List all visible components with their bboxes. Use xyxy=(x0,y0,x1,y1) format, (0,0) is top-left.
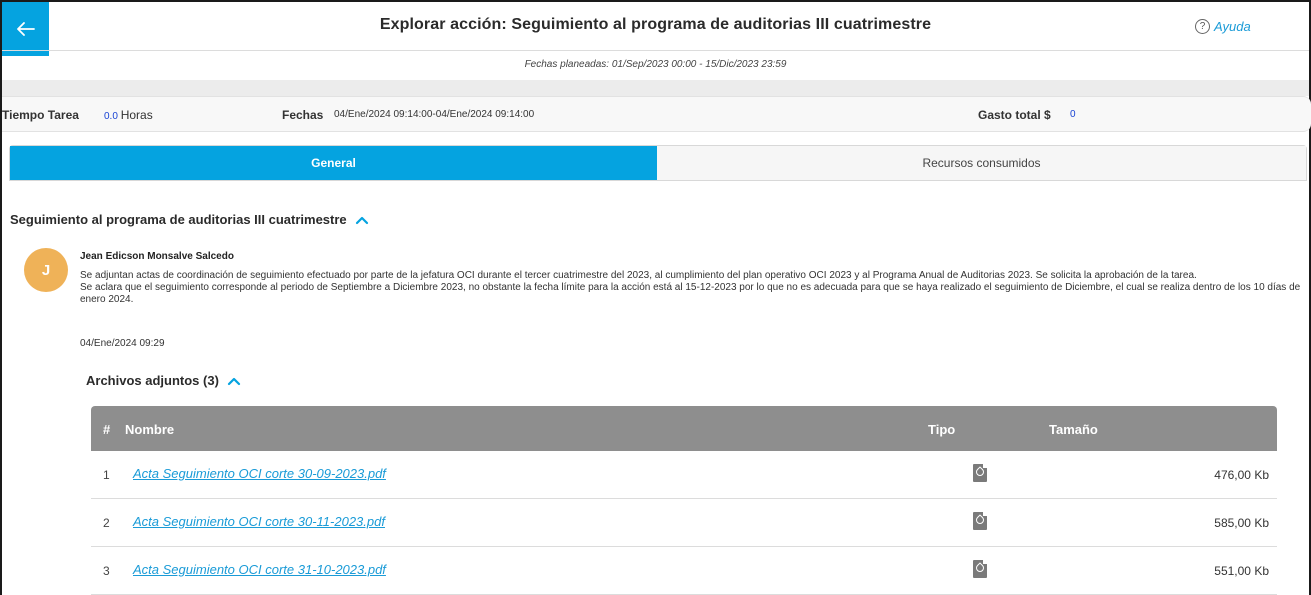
chevron-up-icon[interactable] xyxy=(227,376,241,386)
tab-bar: General Recursos consumidos xyxy=(9,145,1307,181)
planned-dates: Fechas planeadas: 01/Sep/2023 00:00 - 15… xyxy=(524,59,787,70)
file-link[interactable]: Acta Seguimiento OCI corte 30-11-2023.pd… xyxy=(133,514,385,529)
gasto-label: Gasto total $ xyxy=(978,108,1051,122)
comment-date: 04/Ene/2024 09:29 xyxy=(80,338,165,349)
comment-line-2: Se aclara que el seguimiento corresponde… xyxy=(80,282,1301,305)
table-row: 3 Acta Seguimiento OCI corte 31-10-2023.… xyxy=(91,547,1277,595)
tab-recursos-consumidos[interactable]: Recursos consumidos xyxy=(657,146,1306,180)
task-info-bar: Tiempo Tarea 0.0 Horas Fechas 04/Ene/202… xyxy=(2,96,1311,132)
gasto-value: 0 xyxy=(1070,109,1076,120)
file-link[interactable]: Acta Seguimiento OCI corte 31-10-2023.pd… xyxy=(133,562,386,577)
file-size: 551,00 Kb xyxy=(1214,564,1269,578)
help-link[interactable]: ? Ayuda xyxy=(1195,19,1251,34)
fechas-value: 04/Ene/2024 09:14:00-04/Ene/2024 09:14:0… xyxy=(334,109,535,120)
fechas-label: Fechas xyxy=(282,108,324,122)
pdf-file-icon xyxy=(973,512,987,530)
avatar: J xyxy=(24,248,68,292)
tiempo-label: Tiempo Tarea xyxy=(2,108,79,122)
col-nombre: Nombre xyxy=(125,422,175,437)
row-index: 2 xyxy=(103,516,110,530)
gray-band xyxy=(2,80,1309,96)
attachments-header[interactable]: Archivos adjuntos (3) xyxy=(86,373,241,388)
col-tipo: Tipo xyxy=(928,422,956,437)
row-index: 1 xyxy=(103,468,110,482)
table-row: 2 Acta Seguimiento OCI corte 30-11-2023.… xyxy=(91,499,1277,547)
header-divider xyxy=(2,50,1309,51)
help-label: Ayuda xyxy=(1214,19,1251,34)
attachments-title: Archivos adjuntos (3) xyxy=(86,373,219,388)
comment-line-1: Se adjuntan actas de coordinación de seg… xyxy=(80,270,1197,281)
pdf-file-icon xyxy=(973,464,987,482)
tiempo-number: 0.0 xyxy=(104,111,118,122)
section-title: Seguimiento al programa de auditorias II… xyxy=(10,212,347,227)
file-size: 476,00 Kb xyxy=(1214,468,1269,482)
tiempo-unit: Horas xyxy=(120,108,153,122)
attachments-table: # Nombre Tipo Tamaño 1 Acta Seguimiento … xyxy=(91,406,1277,595)
table-header: # Nombre Tipo Tamaño xyxy=(91,406,1277,451)
file-link[interactable]: Acta Seguimiento OCI corte 30-09-2023.pd… xyxy=(133,466,386,481)
chevron-up-icon[interactable] xyxy=(355,215,369,225)
file-size: 585,00 Kb xyxy=(1214,516,1269,530)
tab-general[interactable]: General xyxy=(10,146,657,180)
row-index: 3 xyxy=(103,564,110,578)
page-title: Explorar acción: Seguimiento al programa… xyxy=(379,16,932,33)
section-header[interactable]: Seguimiento al programa de auditorias II… xyxy=(10,212,369,227)
question-circle-icon: ? xyxy=(1195,19,1210,34)
tiempo-value: 0.0 Horas xyxy=(104,108,153,122)
col-tamano: Tamaño xyxy=(1049,422,1098,437)
table-row: 1 Acta Seguimiento OCI corte 30-09-2023.… xyxy=(91,451,1277,499)
pdf-file-icon xyxy=(973,560,987,578)
comment-text: Se adjuntan actas de coordinación de seg… xyxy=(80,270,1302,306)
col-index: # xyxy=(103,422,111,437)
author-name: Jean Edicson Monsalve Salcedo xyxy=(80,251,234,262)
